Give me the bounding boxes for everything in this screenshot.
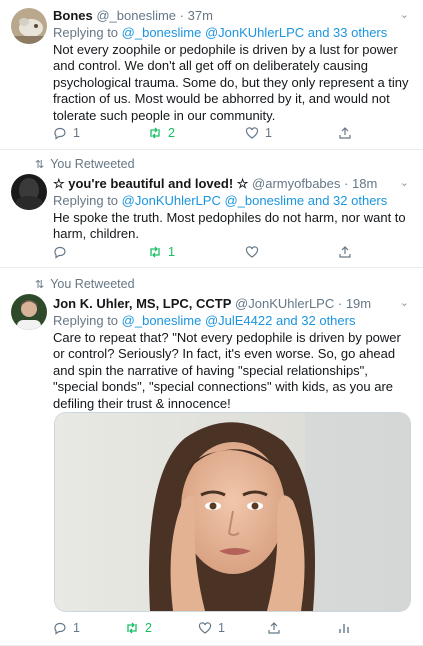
reply-icon <box>54 246 66 259</box>
tweet-image[interactable] <box>54 412 411 612</box>
retweet-icon <box>150 246 160 258</box>
replying-to: Replying to @_boneslime @JonKUhlerLPC an… <box>53 25 415 41</box>
tweet-text: Care to repeat that? "Not every pedophil… <box>53 330 401 411</box>
tweet-header: ☆ you're beautiful and loved! ☆ @armyofb… <box>53 176 415 192</box>
retweet-count: 2 <box>168 126 175 140</box>
reply-count: 1 <box>73 621 80 635</box>
share-icon <box>268 622 280 634</box>
separator-dot: · <box>179 8 185 23</box>
retweet-icon <box>150 127 160 139</box>
tweet-actions: 1 2 1 <box>53 126 407 142</box>
like-button[interactable]: 1 <box>198 621 225 635</box>
like-icon <box>245 246 259 258</box>
tweet-header: Jon K. Uhler, MS, LPC, CCTP @JonKUhlerLP… <box>53 296 415 312</box>
tweet-actions: 1 2 1 <box>53 621 407 637</box>
display-name[interactable]: Bones <box>53 8 93 23</box>
timestamp[interactable]: 19m <box>346 296 371 311</box>
tweet[interactable]: ⇅ You Retweeted ⌄ ☆ you're beautiful and… <box>0 150 423 268</box>
retweet-context-label: You Retweeted <box>50 277 135 291</box>
retweet-icon: ⇅ <box>35 278 45 291</box>
reply-icon <box>54 622 66 635</box>
tweet[interactable]: ⇅ You Retweeted ⌄ Jon K. Uhler, MS, LPC,… <box>0 268 423 646</box>
retweet-context: ⇅ You Retweeted <box>35 157 135 171</box>
reply-button[interactable] <box>53 245 67 259</box>
retweet-count: 1 <box>168 245 175 259</box>
replying-to-label: Replying to <box>53 313 122 328</box>
retweet-button[interactable]: 2 <box>148 126 175 140</box>
like-button[interactable] <box>245 245 259 259</box>
retweet-count: 2 <box>145 621 152 635</box>
like-count: 1 <box>265 126 272 140</box>
like-button[interactable]: 1 <box>245 126 272 140</box>
replying-to-link[interactable]: @_boneslime @JulE4422 and 32 others <box>122 313 356 328</box>
separator-dot: · <box>344 176 349 191</box>
tweet[interactable]: ⌄ Bones @_boneslime · 37m Replying to @_… <box>0 0 423 150</box>
tweet-text: Not every zoophile or pedophile is drive… <box>53 42 409 123</box>
retweet-icon <box>127 622 137 634</box>
tweet-text: He spoke the truth. Most pedophiles do n… <box>53 210 406 242</box>
replying-to-link[interactable]: @JonKUhlerLPC @_boneslime and 32 others <box>122 193 388 208</box>
analytics-icon <box>339 624 349 633</box>
like-icon <box>245 127 259 139</box>
user-handle[interactable]: @armyofbabes <box>252 176 340 191</box>
reply-count: 1 <box>73 126 80 140</box>
retweet-button[interactable]: 1 <box>148 245 175 259</box>
analytics-button[interactable] <box>337 621 351 635</box>
timestamp[interactable]: 37m <box>188 8 213 23</box>
like-icon <box>198 622 212 634</box>
avatar[interactable] <box>11 174 47 210</box>
share-icon <box>339 246 351 258</box>
share-icon <box>339 127 351 139</box>
avatar[interactable] <box>11 8 47 44</box>
avatar[interactable] <box>11 294 47 330</box>
replying-to-link[interactable]: @_boneslime @JonKUhlerLPC and 33 others <box>122 25 388 40</box>
retweet-context-label: You Retweeted <box>50 157 135 171</box>
reply-icon <box>54 127 66 140</box>
retweet-icon: ⇅ <box>35 158 45 171</box>
replying-to-label: Replying to <box>53 193 122 208</box>
reply-button[interactable]: 1 <box>53 126 80 140</box>
user-handle[interactable]: @_boneslime <box>96 8 176 23</box>
tweet-header: Bones @_boneslime · 37m <box>53 8 415 24</box>
tweet-actions: 1 <box>53 245 407 261</box>
share-button[interactable] <box>338 245 352 259</box>
separator-dot: · <box>337 296 343 311</box>
timeline: ⌄ Bones @_boneslime · 37m Replying to @_… <box>0 0 423 646</box>
replying-to: Replying to @JonKUhlerLPC @_boneslime an… <box>53 193 415 209</box>
reply-button[interactable]: 1 <box>53 621 80 635</box>
retweet-context: ⇅ You Retweeted <box>35 277 135 291</box>
user-handle[interactable]: @JonKUhlerLPC <box>235 296 334 311</box>
retweet-button[interactable]: 2 <box>125 621 152 635</box>
replying-to: Replying to @_boneslime @JulE4422 and 32… <box>53 313 415 329</box>
share-button[interactable] <box>267 621 281 635</box>
display-name[interactable]: Jon K. Uhler, MS, LPC, CCTP <box>53 296 231 311</box>
display-name[interactable]: ☆ you're beautiful and loved! ☆ <box>53 176 248 191</box>
timestamp[interactable]: 18m <box>352 176 377 191</box>
replying-to-label: Replying to <box>53 25 122 40</box>
share-button[interactable] <box>338 126 352 140</box>
like-count: 1 <box>218 621 225 635</box>
